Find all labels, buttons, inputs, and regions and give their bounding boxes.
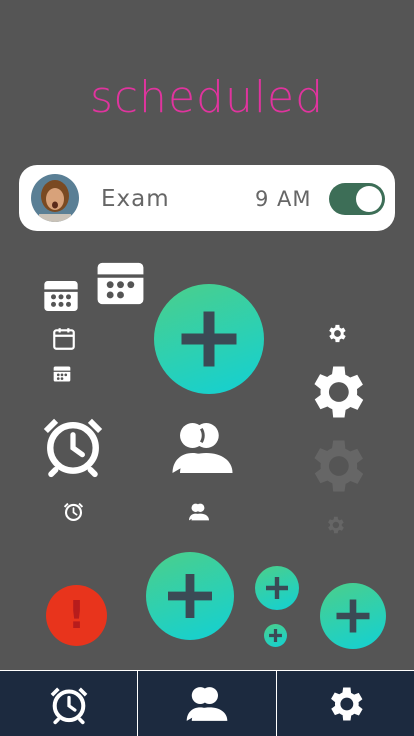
tab-settings[interactable] — [277, 671, 414, 736]
calendar-icon[interactable] — [41, 276, 81, 316]
event-title: Exam — [101, 186, 170, 212]
alarm-clock-icon[interactable] — [38, 410, 108, 480]
plus-icon — [336, 599, 370, 633]
gear-icon[interactable] — [325, 322, 348, 345]
add-button[interactable] — [264, 624, 287, 647]
plus-icon — [168, 574, 212, 618]
event-toggle[interactable] — [329, 183, 385, 215]
people-icon[interactable] — [170, 418, 235, 478]
plus-icon — [269, 629, 282, 642]
gear-icon — [331, 687, 363, 720]
add-button[interactable] — [154, 284, 264, 394]
tab-people[interactable] — [138, 671, 277, 736]
plus-icon — [266, 577, 288, 599]
event-time: 9 AM — [255, 187, 312, 211]
people-icon[interactable] — [188, 502, 210, 522]
gear-disabled-icon — [328, 516, 344, 534]
calendar-icon[interactable] — [52, 364, 72, 384]
exclamation-icon: ! — [67, 593, 86, 637]
calendar-outline-icon[interactable] — [51, 326, 77, 352]
people-icon — [186, 686, 228, 721]
tab-bar — [0, 670, 414, 736]
calendar-icon[interactable] — [93, 256, 148, 311]
alert-button[interactable]: ! — [46, 585, 107, 646]
plus-icon — [181, 311, 237, 367]
gear-icon[interactable] — [302, 358, 370, 426]
add-button[interactable] — [255, 566, 299, 610]
avatar — [31, 174, 79, 222]
gear-disabled-icon — [314, 440, 364, 492]
tab-alarms[interactable] — [0, 671, 139, 736]
alarm-clock-icon — [50, 687, 87, 724]
alarm-clock-icon[interactable] — [62, 500, 85, 523]
event-card[interactable]: Exam 9 AM — [19, 165, 395, 231]
add-button[interactable] — [320, 583, 386, 649]
add-button[interactable] — [146, 552, 234, 640]
page-title: scheduled — [89, 72, 325, 123]
toggle-knob — [356, 186, 382, 212]
